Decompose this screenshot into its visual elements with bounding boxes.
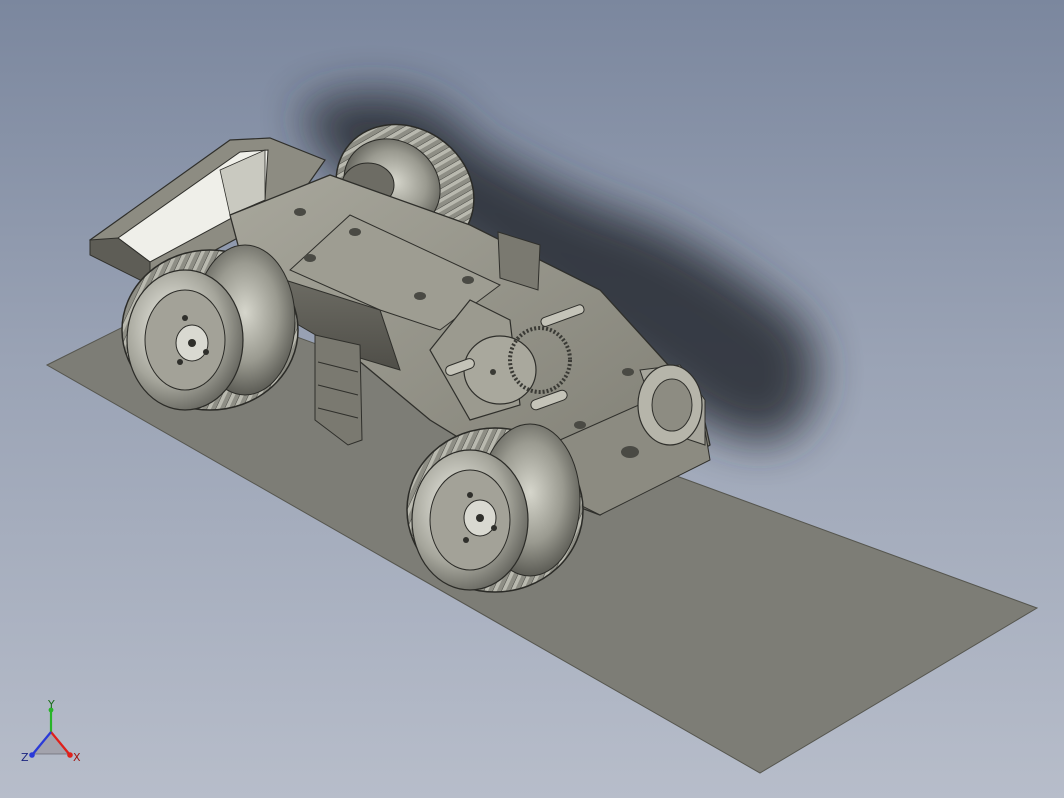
triad-x-label: X — [73, 751, 81, 764]
triad-z-end — [29, 752, 35, 758]
motor — [637, 364, 703, 446]
model-scene[interactable] — [0, 0, 1064, 798]
triad-base — [33, 731, 69, 755]
triad-z-label: Z — [21, 751, 29, 764]
orientation-triad[interactable]: Y X Z — [18, 700, 88, 772]
3d-viewport[interactable]: Y X Z — [0, 0, 1064, 798]
triad-y-label: Y — [47, 700, 55, 711]
triad-x-end — [67, 752, 73, 758]
